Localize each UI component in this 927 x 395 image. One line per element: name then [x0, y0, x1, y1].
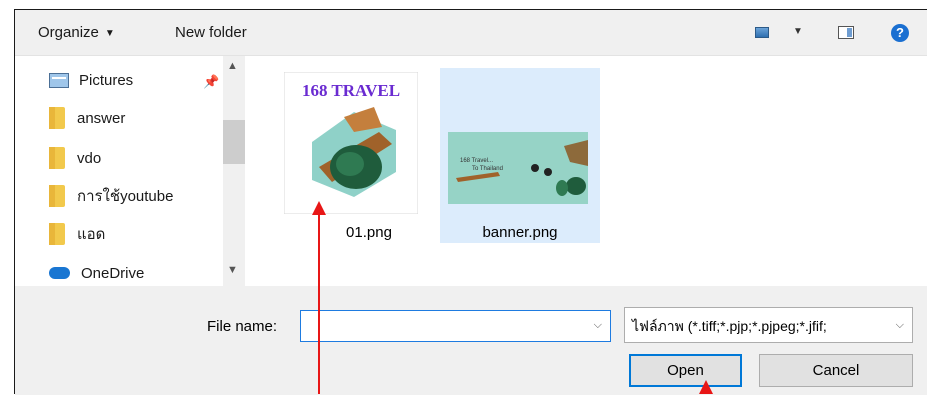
- file-type-value: ไฟล์ภาพ (*.tiff;*.pjp;*.pjpeg;*.jfif;: [632, 318, 827, 334]
- nav-item-label: answer: [77, 109, 126, 127]
- thumb-text-2: To Thailand: [472, 166, 503, 172]
- chevron-down-icon[interactable]: ▼: [227, 264, 238, 276]
- file-name-label: banner.png: [482, 224, 558, 241]
- file-name-label: File name:: [207, 318, 278, 335]
- chevron-down-icon: ▼: [104, 28, 115, 39]
- file-name-input[interactable]: ⌵: [300, 310, 611, 342]
- nav-item-pictures[interactable]: Pictures: [49, 68, 133, 92]
- image-thumbnail: 168 Travel... To Thailand: [448, 132, 588, 204]
- help-icon[interactable]: ?: [891, 24, 909, 42]
- navigation-pane: Pictures 📌 answer vdo การใช้youtube แอด …: [15, 56, 253, 286]
- nav-item-label: แอด: [77, 226, 106, 243]
- chevron-down-icon[interactable]: ⌵: [891, 319, 904, 332]
- preview-pane-icon[interactable]: [838, 26, 854, 39]
- organize-label: Organize: [38, 24, 99, 41]
- open-button[interactable]: Open: [629, 354, 742, 387]
- nav-item-onedrive[interactable]: OneDrive: [49, 261, 144, 285]
- annotation-arrow-line: [318, 214, 320, 394]
- chevron-down-icon[interactable]: ⌵: [594, 319, 602, 332]
- folder-icon: [49, 147, 65, 169]
- pictures-icon: [49, 72, 69, 88]
- dialog-footer: File name: ⌵ ไฟล์ภาพ (*.tiff;*.pjp;*.pjp…: [15, 286, 927, 395]
- nav-item-label: การใช้youtube: [77, 188, 174, 205]
- cancel-button[interactable]: Cancel: [759, 354, 913, 387]
- file-type-select[interactable]: ไฟล์ภาพ (*.tiff;*.pjp;*.pjpeg;*.jfif; ⌵: [624, 307, 913, 343]
- scrollbar-thumb[interactable]: [223, 120, 245, 164]
- nav-item-label: Pictures: [79, 71, 134, 89]
- nav-item-answer[interactable]: answer: [49, 106, 125, 130]
- view-icon[interactable]: [755, 27, 769, 38]
- file-tile-01png[interactable]: 168 TRAVEL 01.png: [281, 68, 441, 243]
- nav-item-ad[interactable]: แอด: [49, 222, 105, 246]
- annotation-arrow-head: [699, 380, 713, 394]
- thumb-title: 168 TRAVEL: [302, 81, 400, 100]
- toolbar: Organize ▼ New folder ▼ ?: [15, 10, 927, 56]
- open-file-dialog: Organize ▼ New folder ▼ ? Pictures 📌 answ…: [14, 9, 927, 395]
- nav-item-label: vdo: [77, 149, 102, 167]
- file-name-label: 01.png: [346, 224, 392, 241]
- organize-button[interactable]: Organize ▼: [38, 24, 115, 41]
- new-folder-button[interactable]: New folder: [175, 24, 247, 41]
- thumb-text-1: 168 Travel...: [460, 158, 493, 164]
- pin-icon[interactable]: 📌: [203, 74, 219, 90]
- nav-item-label: OneDrive: [81, 264, 145, 282]
- folder-icon: [49, 223, 65, 245]
- image-thumbnail: 168 TRAVEL: [284, 72, 418, 214]
- file-tile-bannerpng[interactable]: 168 Travel... To Thailand banner.png: [440, 68, 600, 243]
- annotation-arrow-head: [312, 201, 326, 215]
- folder-icon: [49, 107, 65, 129]
- chevron-up-icon[interactable]: ▲: [227, 60, 238, 72]
- nav-scrollbar[interactable]: ▲ ▼: [223, 56, 245, 286]
- view-options-chevron-icon[interactable]: ▼: [793, 26, 803, 37]
- folder-icon: [49, 185, 65, 207]
- nav-item-youtube[interactable]: การใช้youtube: [49, 184, 173, 208]
- cloud-icon: [49, 267, 70, 279]
- nav-item-vdo[interactable]: vdo: [49, 146, 101, 170]
